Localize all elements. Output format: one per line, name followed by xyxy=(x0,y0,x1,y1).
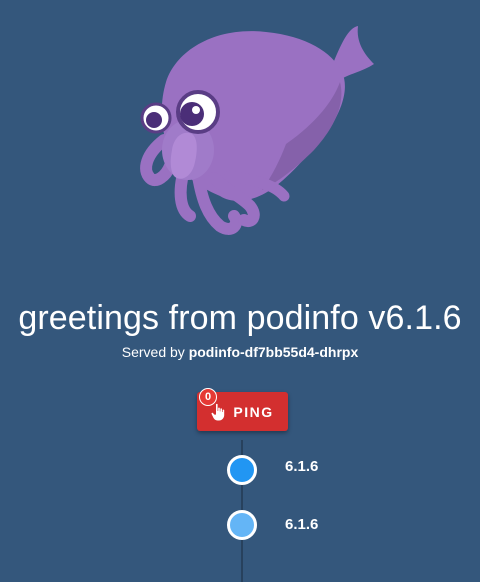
hostname: podinfo-df7bb55d4-dhrpx xyxy=(188,344,359,360)
served-by-prefix: Served by xyxy=(121,344,185,360)
touch-icon xyxy=(211,403,225,420)
ping-label: PING xyxy=(233,403,274,420)
timeline-dot xyxy=(227,455,257,485)
timeline-version: 6.1.6 xyxy=(285,516,319,533)
cuttlefish-mascot-icon xyxy=(140,26,374,235)
timeline-version: 6.1.6 xyxy=(285,458,319,475)
served-by-line: Served by podinfo-df7bb55d4-dhrpx xyxy=(0,342,480,362)
page-title: greetings from podinfo v6.1.6 xyxy=(18,299,462,337)
timeline-dot xyxy=(227,510,257,540)
ping-count-badge: 0 xyxy=(199,388,217,406)
